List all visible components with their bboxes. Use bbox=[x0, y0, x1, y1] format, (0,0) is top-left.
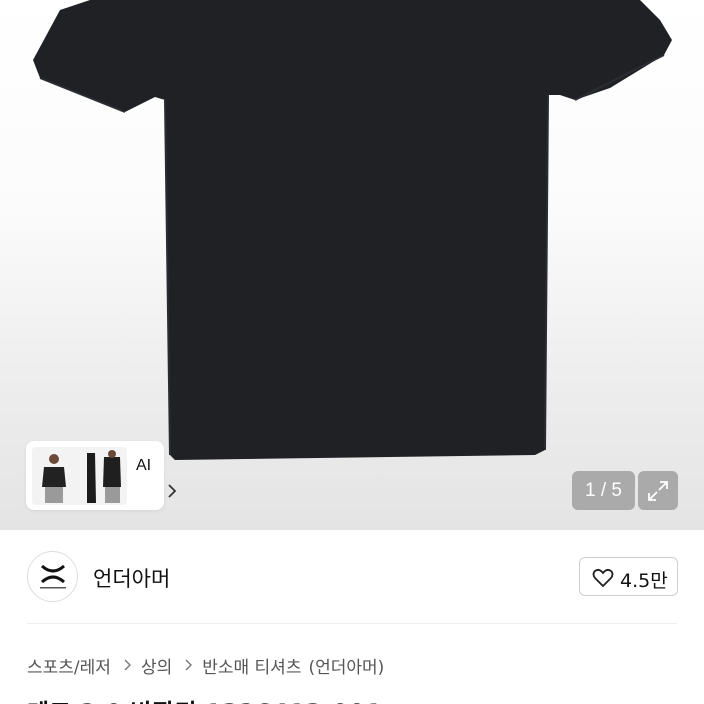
breadcrumb-brand[interactable]: (언더아머) bbox=[308, 653, 384, 678]
breadcrumb: 스포츠/레저 상의 반소매 티셔츠 (언더아머) bbox=[27, 653, 384, 678]
brand-logo[interactable] bbox=[27, 551, 78, 602]
brand-row: 언더아머 4.5만 bbox=[0, 530, 704, 624]
product-title: 테크 2.0 반팔티 1326413-001 bbox=[27, 693, 382, 704]
ai-label: AI bbox=[136, 457, 152, 474]
chevron-right-icon bbox=[168, 484, 177, 498]
breadcrumb-item[interactable]: 반소매 티셔츠 bbox=[202, 653, 301, 678]
chevron-right-icon bbox=[124, 659, 131, 671]
brand-name[interactable]: 언더아머 bbox=[93, 563, 170, 593]
follow-count: 4.5만 bbox=[620, 570, 668, 592]
fullscreen-button[interactable] bbox=[638, 471, 678, 510]
product-image-gallery[interactable]: AI 1 / 5 bbox=[0, 0, 704, 530]
divider bbox=[27, 623, 677, 624]
ai-styling-card[interactable]: AI bbox=[26, 441, 177, 510]
expand-icon bbox=[648, 481, 668, 501]
under-armour-logo-icon bbox=[40, 564, 66, 589]
follow-button[interactable]: 4.5만 bbox=[579, 557, 678, 596]
breadcrumb-item[interactable]: 상의 bbox=[141, 653, 172, 678]
heart-icon bbox=[592, 568, 614, 588]
chevron-right-icon bbox=[185, 659, 193, 671]
ai-model-thumbnail bbox=[32, 447, 127, 505]
breadcrumb-item[interactable]: 스포츠/레저 bbox=[27, 653, 111, 678]
image-counter-badge: 1 / 5 bbox=[572, 471, 635, 510]
